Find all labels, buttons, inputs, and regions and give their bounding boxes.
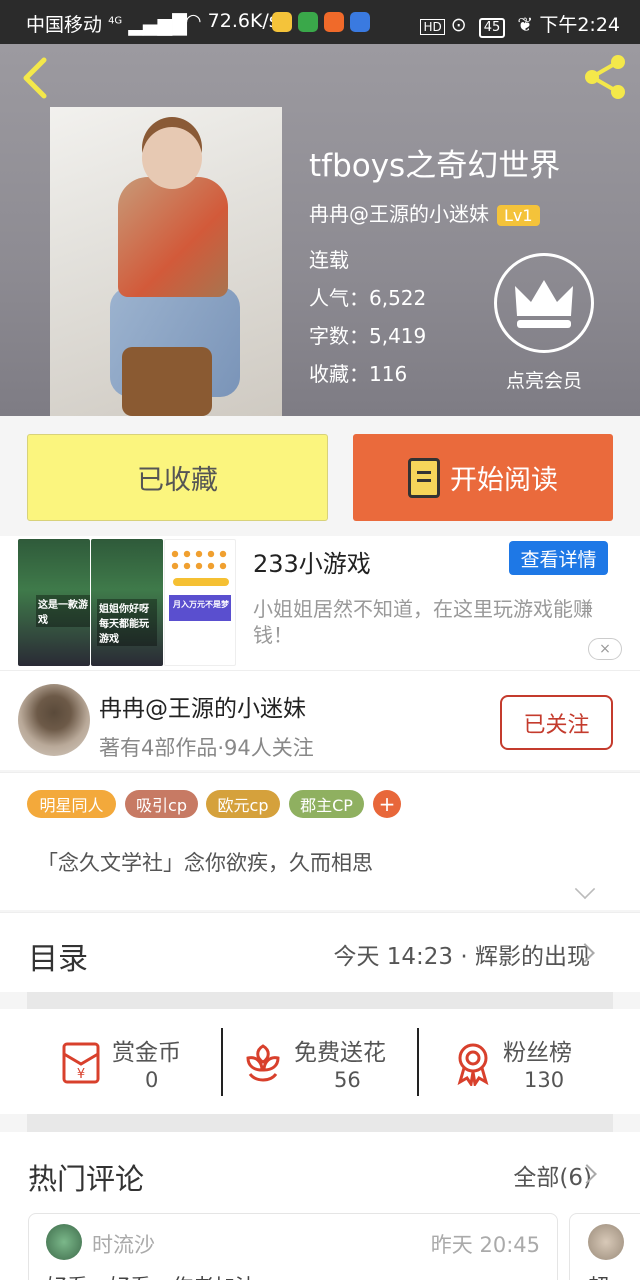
- hot-comments-title: 热门评论: [28, 1162, 145, 1196]
- tag-chip[interactable]: 吸引cp: [125, 790, 198, 818]
- book-intro: 「念久文学社」念你欲疾，久而相思: [37, 851, 373, 875]
- ad-image[interactable]: 姐姐你好呀 每天都能玩游戏: [91, 539, 163, 666]
- book-title: tfboys之奇幻世界: [309, 148, 561, 184]
- gift-count: 56: [334, 1068, 361, 1092]
- medal-icon[interactable]: [450, 1040, 496, 1086]
- latest-chapter[interactable]: 今天 14:23 · 辉影的出现: [333, 937, 590, 971]
- favorites-stat: 收藏：116: [309, 362, 408, 386]
- gift-label[interactable]: 粉丝榜: [503, 1033, 572, 1067]
- battery-icon: 45: [478, 18, 506, 38]
- share-icon[interactable]: [580, 52, 630, 102]
- book-icon: [408, 457, 440, 498]
- vertical-divider: [221, 1028, 223, 1096]
- start-reading-label: 开始阅读: [450, 465, 558, 496]
- tag-chip[interactable]: 欧元cp: [206, 790, 280, 818]
- tag-chip[interactable]: 明星同人: [27, 790, 116, 818]
- book-cover-image[interactable]: [50, 107, 282, 416]
- section-divider: [27, 1114, 613, 1132]
- author-avatar[interactable]: [18, 684, 90, 756]
- author-name[interactable]: 冉冉@王源的小迷妹: [99, 689, 306, 723]
- gift-label[interactable]: 免费送花: [294, 1033, 386, 1067]
- level-badge: Lv1: [497, 205, 540, 226]
- vertical-divider: [417, 1028, 419, 1096]
- popularity-stat: 人气：6,522: [309, 286, 427, 310]
- book-author-line[interactable]: 冉冉@王源的小迷妹 Lv1: [309, 198, 540, 227]
- tag-chip[interactable]: 郡主CP: [289, 790, 364, 818]
- start-reading-button[interactable]: 开始阅读: [353, 434, 613, 521]
- commenter-avatar[interactable]: [46, 1224, 82, 1260]
- signal-icon: ▂▄▆█: [128, 14, 187, 36]
- section-divider: [27, 992, 613, 1009]
- ad-title[interactable]: 233小游戏: [253, 544, 371, 579]
- ad-close-icon[interactable]: ×: [588, 638, 622, 660]
- toc-title: 目录: [28, 942, 88, 977]
- back-icon[interactable]: [18, 56, 52, 100]
- gift-count: 130: [524, 1068, 565, 1092]
- gift-count: 0: [145, 1068, 159, 1092]
- comment-text: 超: [588, 1271, 609, 1280]
- vip-label[interactable]: 点亮会员: [494, 366, 594, 393]
- system-status: HD ⊙ 45 ❦ 下午2:24: [420, 10, 620, 38]
- crown-icon: [515, 280, 573, 328]
- comment-time: 昨天 20:45: [430, 1233, 540, 1257]
- serial-status: 连载: [309, 248, 349, 272]
- leaf-icon: ❦: [517, 14, 534, 36]
- commenter-name[interactable]: 时流沙: [92, 1229, 155, 1259]
- comment-text: 好看，好看，作者加油: [46, 1271, 256, 1280]
- author-meta: 著有4部作品·94人关注: [99, 736, 314, 760]
- commenter-avatar[interactable]: [588, 1224, 624, 1260]
- status-bar: 中国移动 4G ▂▄▆█ ◠ 72.6K/s HD ⊙ 45 ❦ 下午2:24: [0, 0, 640, 44]
- followed-button[interactable]: 已关注: [500, 695, 613, 750]
- app-notification-icon: [272, 11, 292, 32]
- app-notification-icon: [350, 11, 370, 32]
- ad-image[interactable]: 这是一款游戏: [18, 539, 90, 666]
- ad-image[interactable]: 月入万元不是梦: [164, 539, 236, 666]
- svg-text:¥: ¥: [77, 1067, 85, 1082]
- gift-label[interactable]: 赏金币: [112, 1033, 181, 1067]
- carrier-info: 中国移动 4G ▂▄▆█: [26, 10, 187, 37]
- ad-image-caption: 姐姐你好呀 每天都能玩游戏: [97, 599, 157, 646]
- red-envelope-icon[interactable]: ¥: [58, 1040, 104, 1086]
- network-speed: ◠ 72.6K/s: [185, 10, 279, 32]
- hd-icon: HD: [420, 19, 445, 35]
- notification-icons: [272, 10, 376, 32]
- carrier-label: 中国移动: [26, 14, 103, 36]
- vip-crown-button[interactable]: [494, 253, 594, 353]
- location-icon: ⊙: [450, 14, 467, 36]
- clock-label: 下午2:24: [539, 14, 620, 36]
- ad-description: 小姐姐居然不知道，在这里玩游戏能赚钱！: [253, 597, 593, 647]
- add-tag-button[interactable]: +: [373, 790, 401, 818]
- favorited-button[interactable]: 已收藏: [27, 434, 328, 521]
- ad-image-caption: 这是一款游戏: [36, 595, 90, 627]
- wifi-icon: ◠: [185, 10, 202, 32]
- flower-icon[interactable]: [240, 1040, 286, 1086]
- word-count-stat: 字数：5,419: [309, 324, 427, 348]
- network-type: 4G: [108, 15, 123, 27]
- ad-image-caption: 月入万元不是梦: [173, 600, 229, 609]
- ad-detail-button[interactable]: 查看详情: [509, 541, 608, 575]
- app-notification-icon: [324, 11, 344, 32]
- app-notification-icon: [298, 11, 318, 32]
- speed-label: 72.6K/s: [207, 10, 279, 32]
- book-author: 冉冉@王源的小迷妹: [309, 202, 489, 226]
